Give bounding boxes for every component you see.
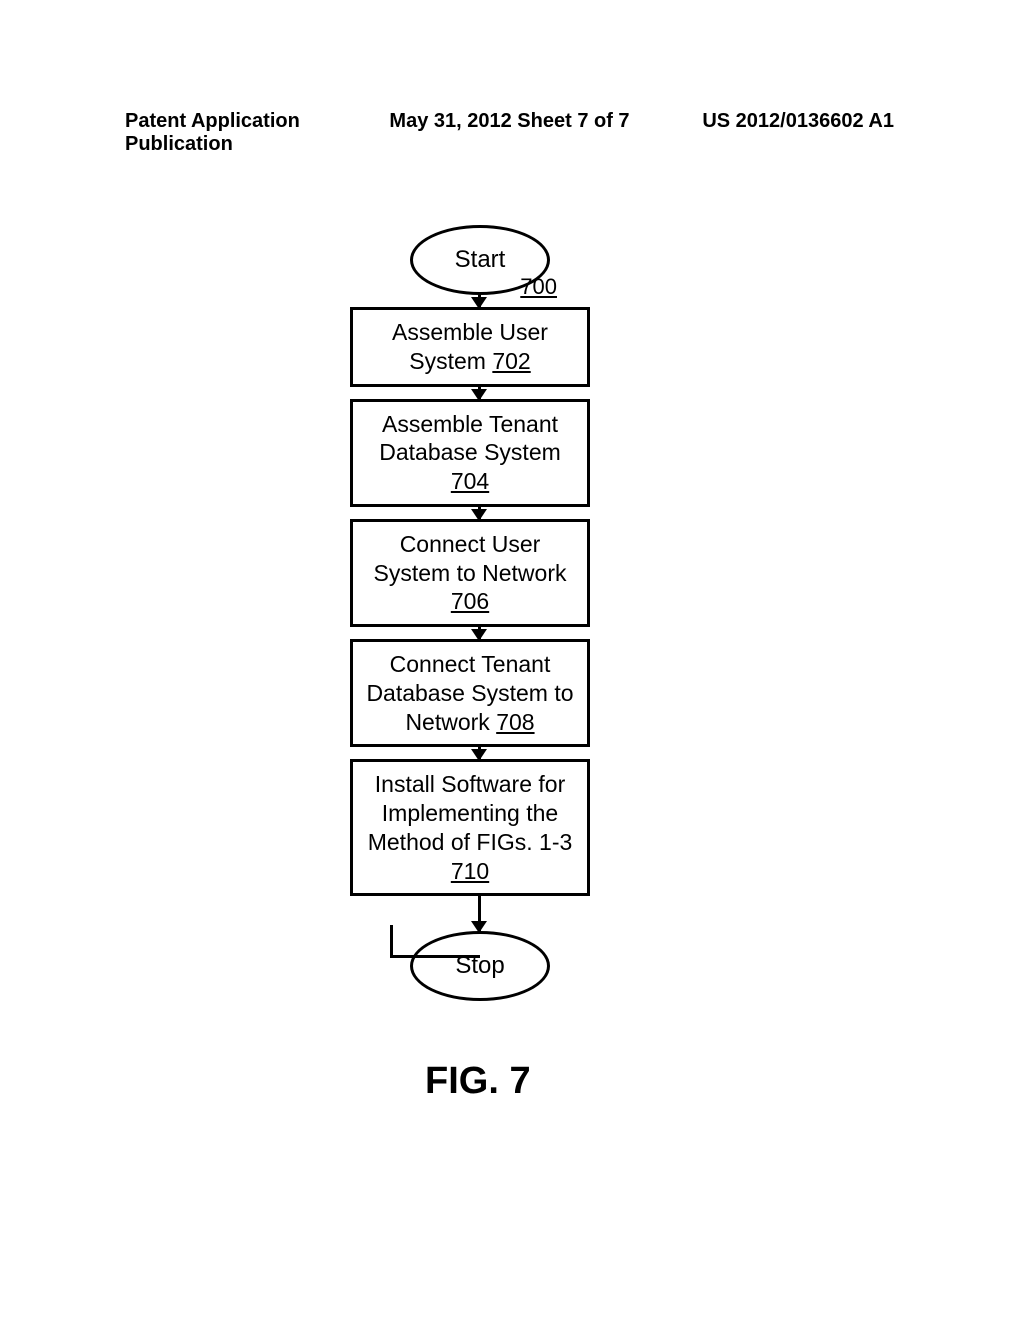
start-reference-id: 700 [520, 274, 557, 300]
start-label: Start [455, 246, 506, 274]
arrow-icon [478, 507, 481, 519]
flowchart-diagram: Start 700 Assemble User System 702 Assem… [350, 225, 610, 1001]
header: Patent Application Publication May 31, 2… [0, 0, 1024, 156]
step-reference-id: 706 [451, 588, 489, 614]
start-terminal: Start 700 [410, 225, 550, 295]
stop-terminal: Stop [410, 931, 550, 1001]
connector-line [390, 925, 393, 955]
process-step-708: Connect Tenant Database System to Networ… [350, 639, 590, 747]
step-reference-id: 710 [451, 858, 489, 884]
step-reference-id: 708 [496, 709, 534, 735]
header-publication-number: US 2012/0136602 A1 [638, 110, 894, 156]
process-step-702: Assemble User System 702 [350, 307, 590, 387]
step-text: Install Software for Implementing the Me… [368, 771, 573, 855]
arrow-icon [478, 896, 481, 931]
step-reference-id: 704 [451, 468, 489, 494]
header-date-sheet: May 31, 2012 Sheet 7 of 7 [381, 110, 637, 156]
process-step-710: Install Software for Implementing the Me… [350, 759, 590, 896]
step-text: Connect Tenant Database System to Networ… [366, 651, 573, 735]
step-reference-id: 702 [492, 348, 530, 374]
header-publication-type: Patent Application Publication [125, 110, 381, 156]
figure-label: FIG. 7 [425, 1060, 531, 1103]
arrow-icon [478, 747, 481, 759]
arrow-icon [478, 387, 481, 399]
step-text: Assemble Tenant Database System [379, 411, 561, 466]
arrow-icon [478, 627, 481, 639]
process-step-704: Assemble Tenant Database System 704 [350, 399, 590, 507]
step-text: Connect User System to Network [374, 531, 567, 586]
process-step-706: Connect User System to Network 706 [350, 519, 590, 627]
connector-line [390, 955, 480, 958]
arrow-icon [478, 295, 481, 307]
